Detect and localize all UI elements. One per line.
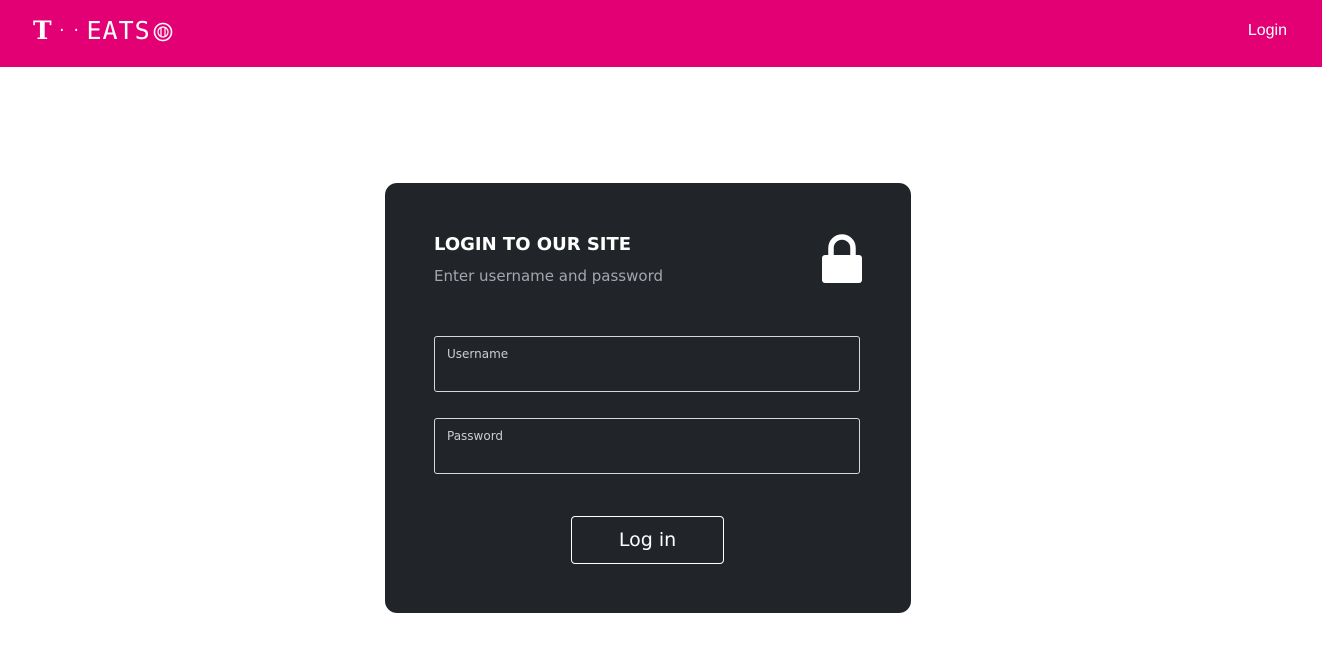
login-title: LOGIN TO OUR SITE bbox=[434, 234, 632, 255]
lock-icon bbox=[822, 234, 862, 283]
username-field[interactable]: Username bbox=[434, 336, 860, 392]
brand-t-logo: T bbox=[33, 16, 53, 45]
fork-knife-plate-icon bbox=[153, 22, 172, 42]
password-label: Password bbox=[447, 429, 504, 443]
password-field[interactable]: Password bbox=[434, 418, 860, 474]
nav-login-link[interactable]: Login bbox=[1248, 20, 1287, 42]
brand-dots: ·· bbox=[57, 23, 87, 39]
password-input[interactable] bbox=[447, 447, 847, 467]
login-card: LOGIN TO OUR SITE Enter username and pas… bbox=[385, 183, 911, 613]
top-navbar: T ·· EATS Login bbox=[0, 0, 1322, 67]
brand-name: EATS bbox=[86, 16, 151, 45]
login-button[interactable]: Log in bbox=[571, 516, 724, 564]
username-label: Username bbox=[447, 347, 509, 361]
username-input[interactable] bbox=[447, 365, 847, 385]
login-subtitle: Enter username and password bbox=[434, 267, 663, 285]
brand-logo[interactable]: T ·· EATS bbox=[33, 16, 173, 46]
